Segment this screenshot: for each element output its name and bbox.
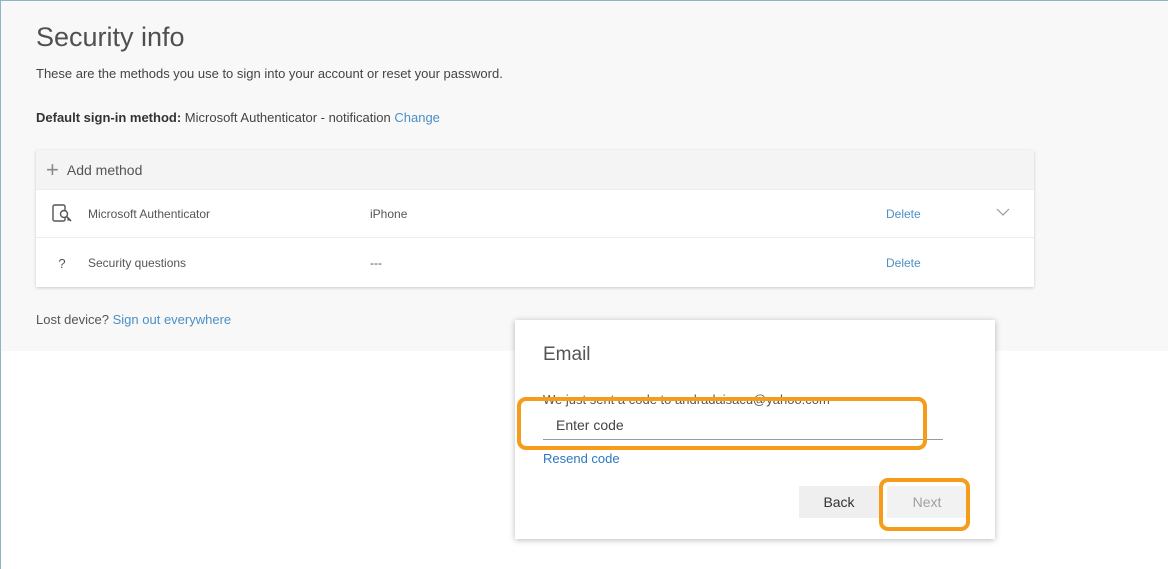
code-input[interactable] (543, 410, 943, 440)
lost-device-text: Lost device? (36, 312, 109, 327)
email-dialog: Email We just sent a code to andradaisac… (515, 320, 995, 539)
authenticator-icon (50, 202, 74, 226)
method-row: Microsoft Authenticator iPhone Delete (36, 190, 1034, 238)
next-button[interactable]: Next (887, 486, 967, 518)
page-subtitle: These are the methods you use to sign in… (36, 66, 503, 81)
method-detail: iPhone (370, 206, 408, 221)
page-title: Security info (36, 22, 185, 52)
back-button[interactable]: Back (799, 486, 879, 518)
plus-icon: + (46, 156, 59, 182)
resend-code-link[interactable]: Resend code (543, 451, 620, 466)
question-icon: ? (58, 255, 66, 271)
delete-link[interactable]: Delete (886, 207, 921, 221)
add-method-button[interactable]: + Add method (36, 150, 1034, 190)
sign-out-everywhere-link[interactable]: Sign out everywhere (113, 312, 232, 327)
dialog-message: We just sent a code to andradaisacu@yaho… (543, 392, 830, 407)
default-method-label: Default sign-in method: (36, 110, 182, 125)
default-sign-in-method: Default sign-in method: Microsoft Authen… (36, 110, 440, 125)
chevron-down-icon[interactable] (996, 206, 1010, 220)
method-row: ? Security questions --- Delete (36, 239, 1034, 287)
dialog-title: Email (543, 344, 591, 365)
delete-link[interactable]: Delete (886, 256, 921, 270)
method-name: Security questions (88, 256, 187, 270)
lost-device: Lost device? Sign out everywhere (36, 312, 231, 327)
methods-list: + Add method Microsoft Authenticator iPh… (36, 150, 1034, 287)
default-method-value: Microsoft Authenticator - notification (184, 110, 391, 125)
change-link[interactable]: Change (394, 110, 440, 125)
add-method-label: Add method (66, 161, 143, 178)
method-name: Microsoft Authenticator (88, 206, 211, 221)
method-detail: --- (370, 256, 382, 270)
